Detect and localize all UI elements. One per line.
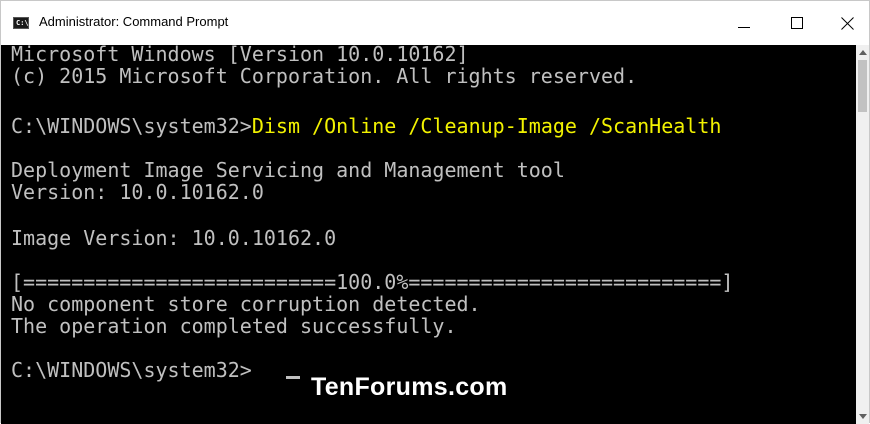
scroll-up-arrow-icon[interactable] <box>859 50 867 55</box>
image-version-line: Image Version: 10.0.10162.0 <box>11 226 337 250</box>
scrollbar-thumb[interactable] <box>858 60 867 112</box>
banner-line-1: Microsoft Windows [Version 10.0.10162] <box>11 45 469 66</box>
result-line-2: The operation completed successfully. <box>11 314 457 338</box>
cmd-app-icon[interactable]: C:\ <box>13 17 29 29</box>
scroll-down-arrow-icon[interactable] <box>859 414 867 419</box>
prompt-text: C:\WINDOWS\system32> <box>11 114 252 138</box>
maximize-icon <box>791 17 803 29</box>
cmd-app-icon-glyph: C:\ <box>16 19 29 27</box>
title-bar[interactable]: C:\ Administrator: Command Prompt <box>1 1 869 45</box>
minimize-button[interactable] <box>723 1 767 45</box>
command-line: C:\WINDOWS\system32>Dism /Online /Cleanu… <box>11 115 721 137</box>
close-button[interactable] <box>825 1 869 45</box>
vertical-scrollbar[interactable] <box>856 45 869 424</box>
tool-name-line: Deployment Image Servicing and Managemen… <box>11 158 565 182</box>
blinking-cursor <box>286 376 300 379</box>
final-prompt-line: C:\WINDOWS\system32> <box>11 358 252 382</box>
banner-line-2: (c) 2015 Microsoft Corporation. All righ… <box>11 64 638 88</box>
command-prompt-window: C:\ Administrator: Command Prompt Micros… <box>0 0 870 424</box>
console-output-area[interactable]: Microsoft Windows [Version 10.0.10162] (… <box>1 45 856 424</box>
result-line-1: No component store corruption detected. <box>11 292 481 316</box>
maximize-button[interactable] <box>776 1 820 45</box>
dism-command-text: Dism /Online /Cleanup-Image /ScanHealth <box>251 114 722 138</box>
progress-bar-line: [==========================100.0%=======… <box>11 270 734 294</box>
tool-version-line: Version: 10.0.10162.0 <box>11 180 264 204</box>
tenforums-watermark: TenForums.com <box>311 373 508 401</box>
minimize-icon <box>738 27 750 28</box>
window-title: Administrator: Command Prompt <box>39 14 229 29</box>
